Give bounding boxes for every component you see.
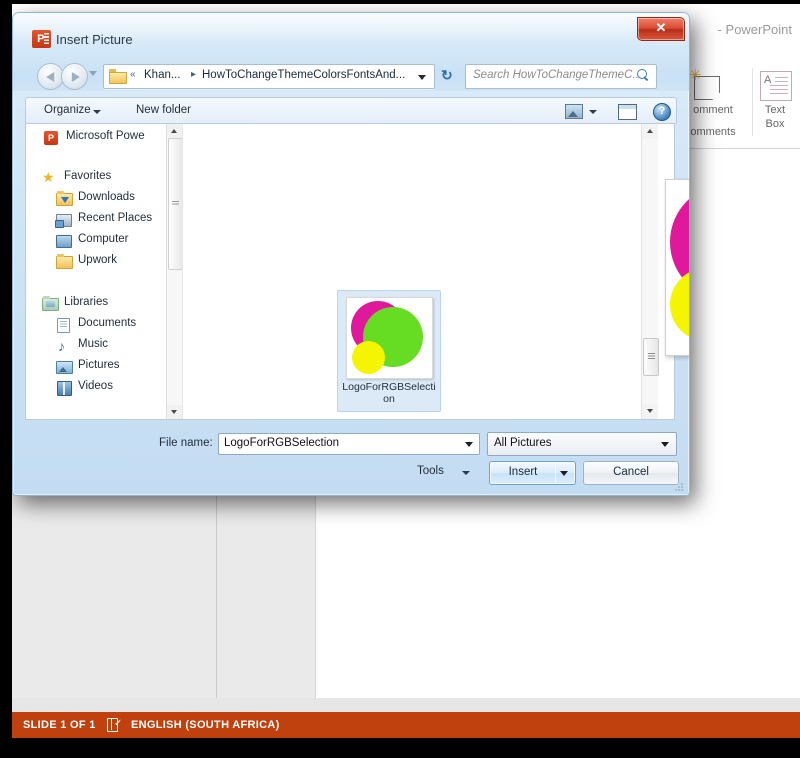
file-type-select[interactable]: All Pictures — [487, 432, 677, 456]
sidebar-item-label: Upwork — [78, 254, 117, 266]
ribbon-separator — [752, 68, 753, 136]
folder-icon — [109, 69, 125, 82]
preview-image — [665, 179, 690, 356]
sidebar-item-label: Pictures — [78, 359, 120, 371]
powerpoint-icon: P — [32, 30, 51, 48]
refresh-button[interactable]: ↻ — [437, 64, 461, 87]
organize-button[interactable]: Organize — [44, 104, 91, 116]
scrollbar-thumb[interactable] — [643, 338, 659, 376]
downloads-folder-icon — [56, 191, 72, 206]
scroll-down-icon[interactable] — [167, 405, 182, 419]
recent-places-icon — [56, 212, 72, 227]
search-input[interactable]: Search HowToChangeThemeC... — [473, 69, 642, 81]
breadcrumb-separator-1: « — [130, 69, 136, 80]
libraries-icon — [42, 296, 58, 311]
logo-artwork — [347, 298, 432, 378]
pictures-icon — [56, 359, 72, 374]
file-name-chevron-down-icon[interactable] — [461, 435, 478, 453]
forward-arrow-icon — [71, 72, 79, 82]
command-bar: Organize New folder ? — [25, 97, 677, 124]
sidebar-item-label: Documents — [78, 317, 136, 329]
layout-pane-icon[interactable] — [618, 104, 637, 120]
breadcrumb-separator-2: ▸ — [191, 69, 196, 80]
breadcrumb-item-1[interactable]: Khan... — [144, 69, 180, 81]
ribbon-group-text: A Text Box — [754, 62, 800, 148]
dialog-title: Insert Picture — [56, 32, 133, 47]
file-list[interactable]: LogoForRGBSelection — [182, 124, 658, 419]
list-item-label: LogoForRGBSelection — [340, 381, 438, 405]
list-item[interactable]: LogoForRGBSelection — [337, 290, 441, 412]
preview-pane-icon[interactable] — [565, 104, 581, 118]
file-type-value: All Pictures — [494, 437, 552, 449]
powerpoint-icon: P — [44, 130, 60, 145]
sidebar-item-label: Music — [78, 338, 108, 350]
sidebar-item-label: Favorites — [64, 170, 111, 182]
file-name-value: LogoForRGBSelection — [224, 437, 339, 449]
file-type-chevron-down-icon[interactable] — [657, 434, 674, 453]
music-icon: ♪ — [56, 338, 72, 353]
file-name-input[interactable]: LogoForRGBSelection — [218, 433, 480, 455]
notes-strip — [12, 698, 800, 712]
star-icon: ★ — [42, 170, 58, 185]
sidebar-item-label: Videos — [78, 380, 113, 392]
scroll-up-icon[interactable] — [167, 124, 182, 138]
sidebar-item-label: Libraries — [64, 296, 108, 308]
organize-chevron-down-icon[interactable] — [93, 110, 101, 114]
search-icon — [637, 69, 650, 82]
tools-chevron-down-icon[interactable] — [462, 471, 470, 475]
scrollbar-thumb[interactable] — [168, 138, 183, 270]
status-bar: SLIDE 1 OF 1 ✓ ENGLISH (SOUTH AFRICA) — [12, 712, 800, 738]
screenshot-root: - PowerPoint DEVELOPER ✳ omment omments … — [0, 0, 800, 758]
status-language[interactable]: ENGLISH (SOUTH AFRICA) — [131, 719, 280, 731]
file-name-label: File name: — [159, 437, 213, 449]
search-box[interactable]: Search HowToChangeThemeC... — [465, 64, 657, 89]
recent-locations-dropdown-icon[interactable] — [89, 71, 97, 76]
new-comment-icon[interactable]: ✳ — [690, 70, 722, 100]
new-folder-button[interactable]: New folder — [136, 104, 191, 116]
logo-rgb-thumbnail — [346, 297, 433, 379]
videos-icon — [56, 380, 72, 395]
navigation-pane: P Microsoft Powe ★ Favorites Downloads R… — [26, 124, 166, 419]
resize-grip[interactable] — [675, 482, 685, 492]
scroll-up-icon[interactable] — [642, 124, 658, 139]
forward-button[interactable] — [61, 63, 88, 90]
view-chevron-down-icon[interactable] — [589, 110, 597, 114]
help-icon[interactable]: ? — [653, 103, 671, 121]
scroll-down-icon[interactable] — [642, 404, 658, 419]
file-list-scrollbar[interactable] — [641, 124, 658, 419]
insert-picture-dialog: P Insert Picture ✕ « Khan... ▸ HowToChan… — [12, 12, 690, 496]
close-button[interactable]: ✕ — [637, 17, 685, 41]
text-box-label-2: Box — [754, 118, 796, 131]
sidebar-item-label: Recent Places — [78, 212, 152, 224]
navigation-pane-scrollbar[interactable] — [166, 124, 183, 419]
insert-split-chevron-down-icon[interactable] — [555, 461, 576, 485]
address-bar[interactable]: « Khan... ▸ HowToChangeThemeColorsFontsA… — [103, 64, 435, 89]
text-box-label-1: Text — [754, 104, 796, 117]
explorer-body: P Microsoft Powe ★ Favorites Downloads R… — [25, 123, 675, 420]
proofing-language-icon[interactable]: ✓ — [107, 718, 122, 731]
breadcrumb-item-2[interactable]: HowToChangeThemeColorsFontsAnd... — [202, 69, 405, 81]
text-box-icon[interactable]: A — [760, 71, 792, 101]
document-icon — [56, 317, 72, 332]
cancel-button[interactable]: Cancel — [583, 461, 679, 485]
status-slide-counter[interactable]: SLIDE 1 OF 1 — [23, 719, 96, 731]
logo-artwork-large — [666, 180, 690, 355]
powerpoint-icon-letter: P — [37, 30, 44, 48]
address-dropdown-icon[interactable] — [412, 66, 432, 87]
powerpoint-title: - PowerPoint — [718, 22, 792, 37]
sidebar-item-label: Computer — [78, 233, 129, 245]
computer-icon — [56, 233, 72, 248]
tools-button[interactable]: Tools — [417, 465, 444, 477]
back-button[interactable] — [37, 63, 64, 90]
back-arrow-icon — [46, 72, 54, 82]
refresh-icon: ↻ — [441, 68, 453, 82]
insert-button[interactable]: Insert — [489, 461, 557, 485]
sidebar-item-label: Downloads — [78, 191, 135, 203]
sidebar-item-label: Microsoft Powe — [66, 130, 145, 142]
folder-icon — [56, 254, 72, 269]
